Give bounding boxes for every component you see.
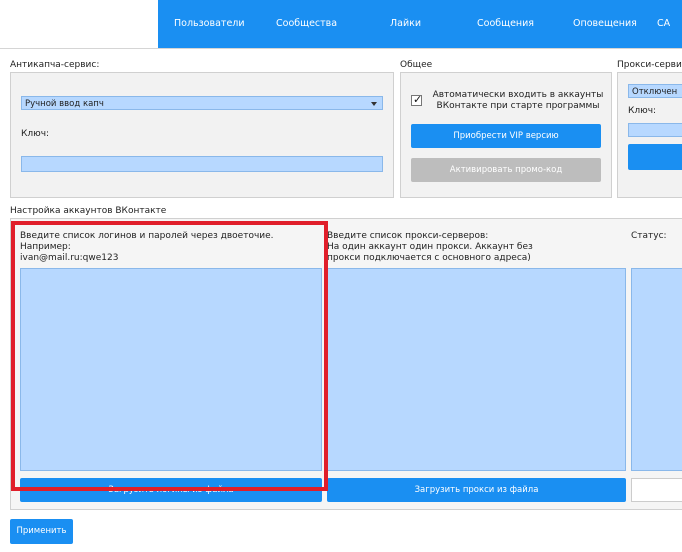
nav-item-notifications[interactable]: Оповещения xyxy=(573,18,637,29)
header-divider xyxy=(0,48,682,49)
logins-hint-3: ivan@mail.ru:qwe123 xyxy=(20,253,119,263)
anticaptcha-key-input[interactable] xyxy=(21,156,383,172)
proxy-service-select[interactable]: Отключен xyxy=(628,84,682,98)
proxy-hint-3: прокси подключается с основного адреса) xyxy=(327,253,531,263)
anticaptcha-select[interactable]: Ручной ввод капч xyxy=(21,96,383,110)
logins-hint-1: Введите список логинов и паролей через д… xyxy=(20,231,274,241)
chevron-down-icon xyxy=(371,102,377,106)
logins-hint-2: Например: xyxy=(20,242,71,252)
status-textarea[interactable] xyxy=(631,268,682,471)
nav-item-messages[interactable]: Сообщения xyxy=(477,18,534,29)
proxy-service-button[interactable] xyxy=(628,144,682,170)
anticaptcha-select-value: Ручной ввод капч xyxy=(25,99,104,109)
status-label: Статус: xyxy=(631,231,667,241)
auto-login-checkbox[interactable]: ✓ xyxy=(411,93,423,106)
auto-login-label: Автоматически входить в аккаунты ВКонтак… xyxy=(432,90,604,111)
proxy-hint-2: На один аккаунт один прокси. Аккаунт без xyxy=(327,242,533,252)
activate-promo-button[interactable]: Активировать промо-код xyxy=(411,158,601,182)
nav-item-users[interactable]: Пользователи xyxy=(174,18,245,29)
anticaptcha-key-label: Ключ: xyxy=(21,129,50,139)
buy-vip-button[interactable]: Приобрести VIP версию xyxy=(411,124,601,148)
nav-item-communities[interactable]: Сообщества xyxy=(276,18,337,29)
general-title: Общее xyxy=(400,60,433,70)
logins-textarea[interactable] xyxy=(20,268,322,471)
top-nav: Пользователи Сообщества Лайки Сообщения … xyxy=(158,0,682,48)
accounts-title: Настройка аккаунтов ВКонтакте xyxy=(10,206,167,216)
proxy-key-input[interactable] xyxy=(628,123,682,137)
apply-button[interactable]: Применить xyxy=(10,519,73,544)
proxy-service-title: Прокси-сервис xyxy=(617,60,682,70)
check-icon: ✓ xyxy=(413,93,423,106)
proxy-textarea[interactable] xyxy=(327,268,626,471)
nav-item-more[interactable]: CA xyxy=(657,18,670,29)
proxy-key-label: Ключ: xyxy=(628,106,657,116)
proxy-hint-1: Введите список прокси-серверов: xyxy=(327,231,489,241)
status-button[interactable] xyxy=(631,478,682,502)
anticaptcha-group: Ручной ввод капч Ключ: xyxy=(10,72,394,198)
nav-item-likes[interactable]: Лайки xyxy=(390,18,421,29)
load-logins-button[interactable]: Загрузить логины из файла xyxy=(20,478,322,502)
anticaptcha-title: Антикапча-сервис: xyxy=(10,60,100,70)
load-proxy-button[interactable]: Загрузить прокси из файла xyxy=(327,478,626,502)
general-group: ✓ Автоматически входить в аккаунты ВКонт… xyxy=(400,72,612,198)
proxy-service-group: Отключен Ключ: xyxy=(617,72,682,198)
